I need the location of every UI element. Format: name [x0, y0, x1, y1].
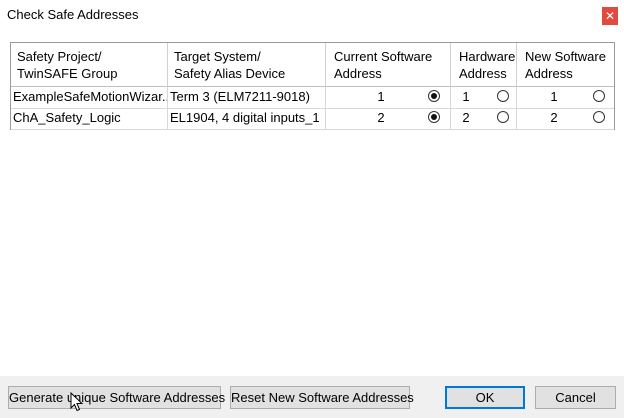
- project-cell: ChA_Safety_Logic: [11, 108, 168, 129]
- column-header-hardware-line1: Hardware: [459, 49, 516, 64]
- ok-button[interactable]: OK: [445, 386, 525, 409]
- close-button[interactable]: ✕: [602, 7, 618, 25]
- new-address-radio[interactable]: [593, 111, 605, 123]
- new-address-cell: 2: [517, 108, 614, 129]
- column-header-target-line1: Target System/: [174, 49, 261, 64]
- reset-new-addresses-button[interactable]: Reset New Software Addresses: [230, 386, 414, 409]
- column-header-current-line2: Address: [334, 66, 382, 81]
- new-address-value: 1: [550, 89, 558, 104]
- table-row[interactable]: ExampleSafeMotionWizar... Term 3 (ELM721…: [11, 87, 614, 109]
- hardware-address-value: 2: [462, 110, 470, 125]
- new-address-value: 2: [550, 110, 558, 125]
- title-bar: Check Safe Addresses ✕: [0, 0, 624, 30]
- hardware-address-radio[interactable]: [497, 111, 509, 123]
- dialog-title: Check Safe Addresses: [7, 7, 139, 22]
- new-address-radio[interactable]: [593, 90, 605, 102]
- hardware-address-cell: 1: [451, 87, 517, 108]
- current-address-value: 1: [377, 89, 385, 104]
- column-header-new-line2: Address: [525, 66, 573, 81]
- target-cell: Term 3 (ELM7211-9018): [168, 87, 326, 108]
- cancel-button[interactable]: Cancel: [535, 386, 616, 409]
- generate-unique-addresses-button[interactable]: Generate unique Software Addresses: [8, 386, 225, 409]
- column-header-new-line1: New Software: [525, 49, 606, 64]
- new-address-cell: 1: [517, 87, 614, 108]
- column-header-project[interactable]: Safety Project/ TwinSAFE Group: [11, 43, 168, 87]
- column-header-target[interactable]: Target System/ Safety Alias Device: [168, 43, 326, 87]
- current-address-cell: 2: [326, 108, 451, 129]
- check-safe-addresses-dialog: Check Safe Addresses ✕ Safety Project/ T…: [0, 0, 624, 418]
- current-address-cell: 1: [326, 87, 451, 108]
- column-header-project-line2: TwinSAFE Group: [17, 66, 118, 81]
- safe-addresses-table: Safety Project/ TwinSAFE Group Target Sy…: [10, 42, 615, 130]
- column-header-current-address[interactable]: Current Software Address: [326, 43, 451, 87]
- column-header-new-address[interactable]: New Software Address: [517, 43, 614, 87]
- close-icon: ✕: [604, 9, 616, 23]
- column-header-hardware-line2: Address: [459, 66, 507, 81]
- mouse-cursor-icon: [70, 392, 84, 412]
- column-header-current-line1: Current Software: [334, 49, 433, 64]
- column-header-target-line2: Safety Alias Device: [174, 66, 286, 81]
- hardware-address-cell: 2: [451, 108, 517, 129]
- current-address-radio[interactable]: [428, 111, 440, 123]
- column-header-hardware-address[interactable]: Hardware Address: [451, 43, 517, 87]
- current-address-value: 2: [377, 110, 385, 125]
- project-cell: ExampleSafeMotionWizar...: [11, 87, 168, 108]
- current-address-radio[interactable]: [428, 90, 440, 102]
- hardware-address-radio[interactable]: [497, 90, 509, 102]
- target-cell: EL1904, 4 digital inputs_1: [168, 108, 326, 129]
- table-row[interactable]: ChA_Safety_Logic EL1904, 4 digital input…: [11, 108, 614, 130]
- hardware-address-value: 1: [462, 89, 470, 104]
- column-header-project-line1: Safety Project/: [17, 49, 102, 64]
